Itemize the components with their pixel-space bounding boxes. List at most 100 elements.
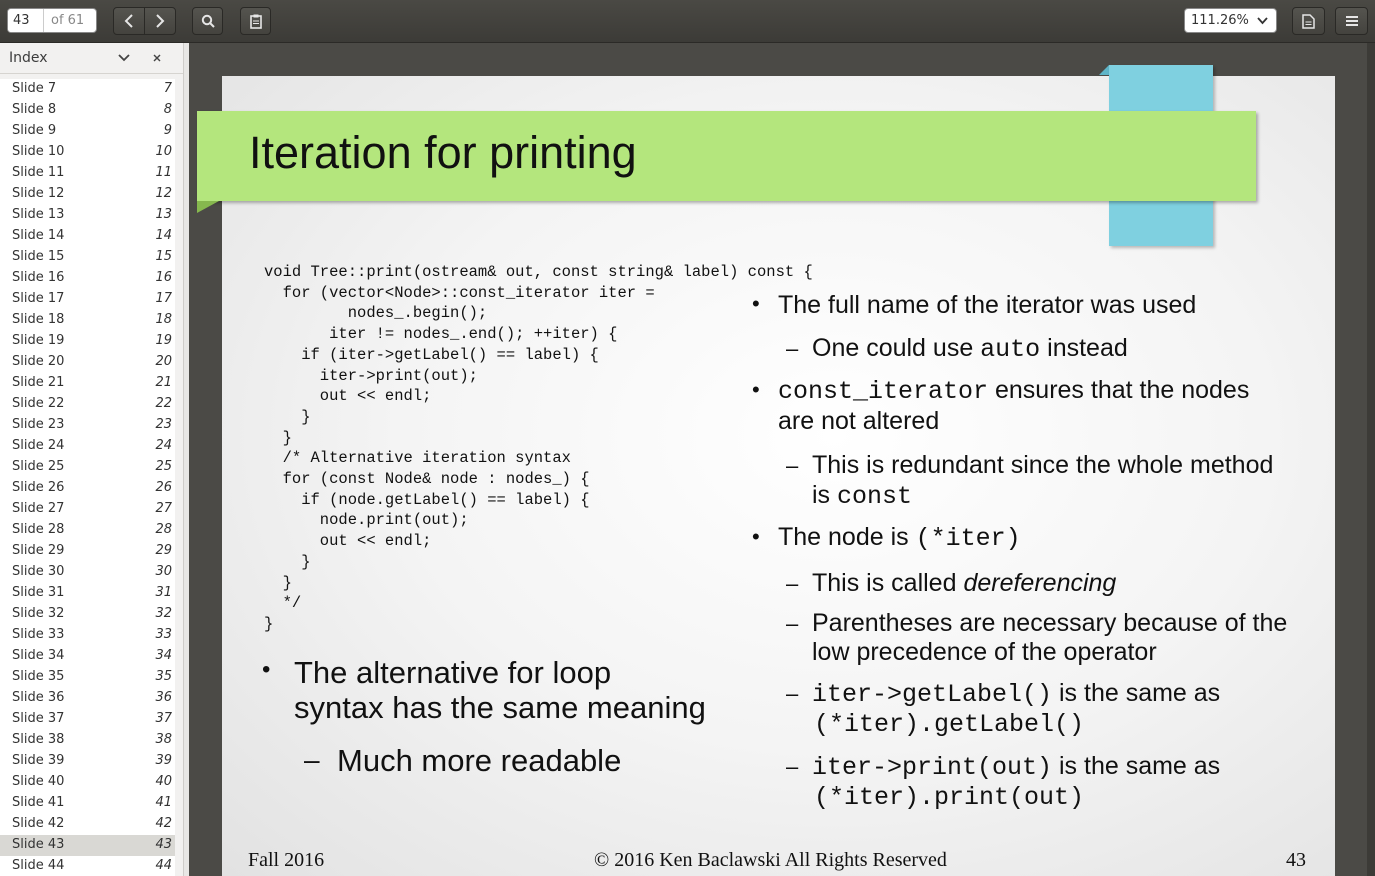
index-item[interactable]: Slide 9 9 xyxy=(0,121,175,142)
index-item-label: Slide 31 xyxy=(12,585,65,600)
index-item[interactable]: Slide 43 43 xyxy=(0,835,175,856)
index-item-label: Slide 20 xyxy=(12,354,65,369)
index-item[interactable]: Slide 17 17 xyxy=(0,289,175,310)
search-icon xyxy=(201,14,215,28)
index-list[interactable]: Slide 7 7 Slide 8 8 Slide 9 9 Slide 10 10 Slide … xyxy=(0,79,175,876)
index-item[interactable]: Slide 10 10 xyxy=(0,142,175,163)
bullet-3-sub-3-line1: iter->getLabel() is the same as xyxy=(812,679,1221,709)
index-item-label: Slide 36 xyxy=(12,690,65,705)
bullet-1-sub: One could use auto instead xyxy=(812,334,1128,364)
zoom-select[interactable]: 111.26% xyxy=(1184,8,1277,33)
index-item[interactable]: Slide 20 20 xyxy=(0,352,175,373)
chevron-down-icon xyxy=(1257,9,1268,40)
index-item[interactable]: Slide 37 37 xyxy=(0,709,175,730)
index-item-label: Slide 10 xyxy=(12,144,65,159)
index-item-label: Slide 29 xyxy=(12,543,65,558)
menu-button[interactable] xyxy=(1335,7,1368,35)
dash-marker: – xyxy=(786,611,799,636)
index-item-page: 10 xyxy=(155,144,172,159)
index-item[interactable]: Slide 31 31 xyxy=(0,583,175,604)
index-item[interactable]: Slide 38 38 xyxy=(0,730,175,751)
index-item-page: 16 xyxy=(155,270,172,285)
index-item[interactable]: Slide 18 18 xyxy=(0,310,175,331)
current-page-input[interactable]: 43 xyxy=(8,9,44,32)
index-item-page: 33 xyxy=(155,627,172,642)
left-bullet-line2: syntax has the same meaning xyxy=(294,690,706,725)
index-item[interactable]: Slide 7 7 xyxy=(0,79,175,100)
dash-marker: – xyxy=(786,754,799,779)
sidebar-title: Index xyxy=(9,50,48,66)
index-item[interactable]: Slide 22 22 xyxy=(0,394,175,415)
index-item[interactable]: Slide 27 27 xyxy=(0,499,175,520)
index-item-page: 36 xyxy=(155,690,172,705)
sidebar-header: Index xyxy=(0,43,183,74)
index-item-page: 7 xyxy=(163,81,172,96)
index-item[interactable]: Slide 36 36 xyxy=(0,688,175,709)
index-item[interactable]: Slide 33 33 xyxy=(0,625,175,646)
index-item[interactable]: Slide 28 28 xyxy=(0,520,175,541)
index-item[interactable]: Slide 35 35 xyxy=(0,667,175,688)
index-item-label: Slide 12 xyxy=(12,186,65,201)
index-item[interactable]: Slide 19 19 xyxy=(0,331,175,352)
index-item[interactable]: Slide 42 42 xyxy=(0,814,175,835)
index-item-label: Slide 39 xyxy=(12,753,65,768)
index-item[interactable]: Slide 23 23 xyxy=(0,415,175,436)
page-entry[interactable]: 43 of 61 xyxy=(7,8,97,33)
code-block: void Tree::print(ostream& out, const str… xyxy=(264,263,813,633)
index-item-label: Slide 16 xyxy=(12,270,65,285)
index-item-page: 37 xyxy=(155,711,172,726)
index-item[interactable]: Slide 40 40 xyxy=(0,772,175,793)
index-item-page: 22 xyxy=(155,396,172,411)
index-item-label: Slide 11 xyxy=(12,165,65,180)
index-item-label: Slide 42 xyxy=(12,816,65,831)
index-item-label: Slide 25 xyxy=(12,459,65,474)
bullet-3-sub-2-line1: Parentheses are necessary because of the xyxy=(812,609,1288,637)
index-item-label: Slide 35 xyxy=(12,669,65,684)
index-item-page: 12 xyxy=(155,186,172,201)
index-item[interactable]: Slide 30 30 xyxy=(0,562,175,583)
close-icon[interactable] xyxy=(152,49,162,71)
chevron-left-icon xyxy=(124,14,133,28)
index-item[interactable]: Slide 24 24 xyxy=(0,436,175,457)
index-item[interactable]: Slide 21 21 xyxy=(0,373,175,394)
bullet-marker: • xyxy=(752,291,760,316)
index-item[interactable]: Slide 12 12 xyxy=(0,184,175,205)
search-button[interactable] xyxy=(192,7,223,35)
previous-page-button[interactable] xyxy=(113,7,145,35)
index-item[interactable]: Slide 29 29 xyxy=(0,541,175,562)
index-item[interactable]: Slide 32 32 xyxy=(0,604,175,625)
document-icon xyxy=(1302,13,1315,29)
index-item-page: 15 xyxy=(155,249,172,264)
index-item[interactable]: Slide 14 14 xyxy=(0,226,175,247)
title-bar-fold xyxy=(197,201,219,213)
index-item[interactable]: Slide 25 25 xyxy=(0,457,175,478)
next-page-button[interactable] xyxy=(144,7,176,35)
chevron-down-icon[interactable] xyxy=(118,49,130,71)
index-item-page: 20 xyxy=(155,354,172,369)
index-item-page: 35 xyxy=(155,669,172,684)
index-item[interactable]: Slide 34 34 xyxy=(0,646,175,667)
index-item[interactable]: Slide 15 15 xyxy=(0,247,175,268)
index-item[interactable]: Slide 26 26 xyxy=(0,478,175,499)
index-item-page: 44 xyxy=(155,858,172,873)
index-item[interactable]: Slide 13 13 xyxy=(0,205,175,226)
index-item[interactable]: Slide 39 39 xyxy=(0,751,175,772)
hamburger-menu-icon xyxy=(1345,16,1358,26)
index-item-label: Slide 26 xyxy=(12,480,65,495)
vertical-scrollbar[interactable] xyxy=(1367,43,1375,876)
index-item-page: 41 xyxy=(155,795,172,810)
index-item[interactable]: Slide 16 16 xyxy=(0,268,175,289)
bullet-2-line1: const_iterator ensures that the nodes xyxy=(778,376,1250,406)
slide-footer-page-number: 43 xyxy=(1286,849,1306,871)
annotations-button[interactable] xyxy=(240,7,271,35)
index-item-page: 11 xyxy=(155,165,172,180)
document-properties-button[interactable] xyxy=(1292,7,1325,35)
index-item-label: Slide 28 xyxy=(12,522,65,537)
index-item[interactable]: Slide 41 41 xyxy=(0,793,175,814)
slide-footer-date: Fall 2016 xyxy=(248,849,325,871)
index-item[interactable]: Slide 44 44 xyxy=(0,856,175,876)
dash-marker: – xyxy=(786,571,799,596)
index-item[interactable]: Slide 8 8 xyxy=(0,100,175,121)
index-item-label: Slide 41 xyxy=(12,795,65,810)
index-item[interactable]: Slide 11 11 xyxy=(0,163,175,184)
